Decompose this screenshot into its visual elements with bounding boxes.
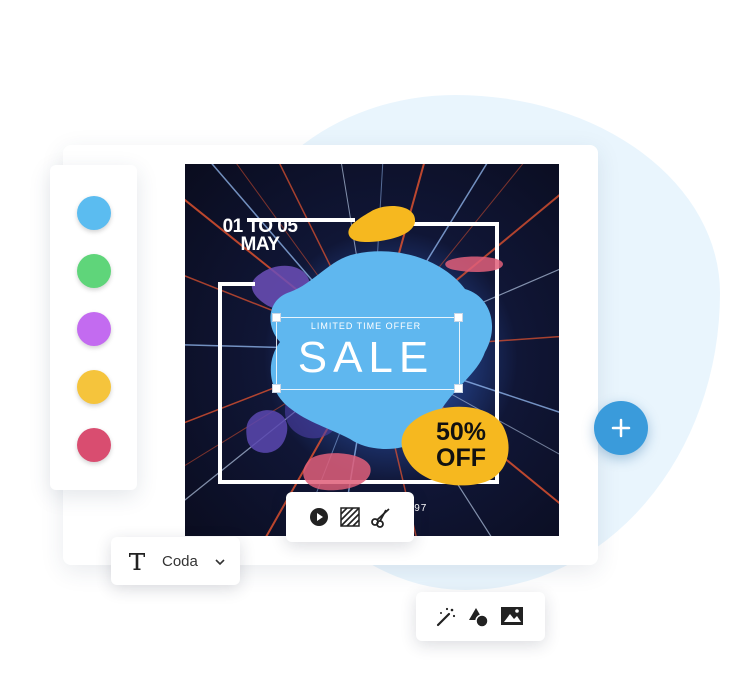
color-swatch[interactable]	[77, 254, 111, 288]
resize-handle-top-left[interactable]	[272, 313, 281, 322]
resize-handle-top-right[interactable]	[454, 313, 463, 322]
play-icon[interactable]	[309, 507, 329, 527]
color-swatch[interactable]	[77, 370, 111, 404]
color-swatch[interactable]	[77, 312, 111, 346]
purple-blob-small	[246, 410, 288, 453]
pink-blob-right	[445, 256, 503, 272]
discount-text: 50% OFF	[420, 419, 502, 471]
date-line-2: MAY	[240, 234, 280, 255]
add-button[interactable]	[594, 401, 648, 455]
plus-icon	[611, 418, 631, 438]
sale-headline[interactable]: SALE	[276, 331, 456, 385]
font-name-label[interactable]: Coda	[162, 553, 198, 570]
image-icon[interactable]	[500, 606, 524, 626]
offer-caption: LIMITED TIME OFFER	[310, 321, 422, 331]
media-toolbar	[286, 492, 414, 542]
color-swatch[interactable]	[77, 196, 111, 230]
magic-wand-icon[interactable]	[435, 606, 457, 628]
resize-handle-bottom-right[interactable]	[454, 384, 463, 393]
shapes-icon[interactable]	[467, 605, 491, 629]
color-swatch[interactable]	[77, 428, 111, 462]
pattern-icon[interactable]	[340, 507, 360, 527]
discount-line-1: 50%	[435, 418, 487, 446]
pink-blob-bottom	[303, 453, 371, 491]
text-T-icon	[129, 553, 145, 570]
chevron-down-icon[interactable]	[215, 558, 225, 566]
color-palette-panel	[50, 165, 137, 490]
effects-toolbar	[416, 592, 545, 641]
scissors-icon[interactable]	[370, 506, 392, 528]
discount-line-2: OFF	[436, 444, 486, 472]
orange-top-blob	[348, 206, 416, 242]
date-text: 01 TO 05 MAY	[218, 217, 302, 255]
resize-handle-bottom-left[interactable]	[272, 384, 281, 393]
